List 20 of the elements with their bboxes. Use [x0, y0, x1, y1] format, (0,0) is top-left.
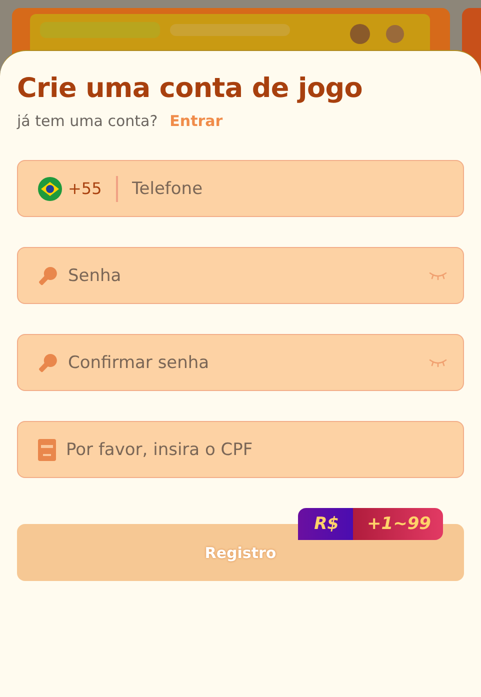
phone-input[interactable]: Telefone: [132, 178, 447, 198]
id-card-icon: [38, 438, 56, 460]
password-field[interactable]: Confirmar senha: [17, 334, 464, 391]
bonus-amount: +1~99: [353, 508, 443, 540]
login-link[interactable]: Entrar: [170, 112, 223, 130]
currency-label: R$: [298, 508, 354, 540]
password-input[interactable]: Senha: [68, 266, 419, 286]
phone-field[interactable]: +55 Telefone: [17, 160, 464, 217]
closed-eye-icon[interactable]: [429, 358, 447, 368]
title: Crie uma conta de jogo: [17, 73, 364, 104]
login-prompt: já tem uma conta?: [17, 112, 158, 130]
brazil-flag-icon: [38, 176, 62, 200]
closed-eye-icon[interactable]: [429, 270, 447, 280]
key-icon: [38, 352, 58, 372]
cpf-input[interactable]: Por favor, insira o CPF: [66, 440, 447, 460]
cpf-field[interactable]: Por favor, insira o CPF: [17, 421, 464, 478]
password-input[interactable]: Confirmar senha: [68, 352, 419, 372]
password-field[interactable]: Senha: [17, 247, 464, 304]
country-code[interactable]: +55: [68, 179, 102, 198]
key-icon: [38, 266, 58, 286]
